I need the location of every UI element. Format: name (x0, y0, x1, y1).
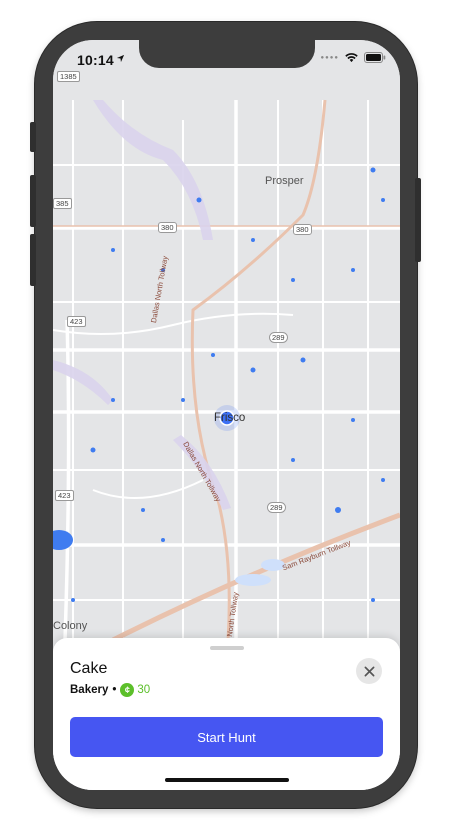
home-indicator[interactable] (165, 778, 289, 782)
battery-icon (364, 52, 386, 63)
volume-down-button (30, 234, 36, 286)
shield-423-a: 423 (67, 316, 86, 327)
close-x-icon (364, 666, 374, 676)
start-hunt-button[interactable]: Start Hunt (70, 717, 383, 757)
coin-value: 30 (137, 684, 151, 696)
status-bar: 10:14 ●●●● (53, 40, 400, 76)
shield-385: 385 (53, 198, 72, 209)
hunt-category: Bakery (70, 684, 109, 696)
shield-289-a: 289 (269, 332, 288, 343)
notch (139, 40, 315, 68)
location-arrow-icon (116, 54, 125, 63)
coin-icon: ¢ (120, 683, 135, 697)
shield-380-a: 380 (158, 222, 177, 233)
power-button (415, 178, 421, 262)
status-time: 10:14 (77, 52, 114, 68)
cellular-dots-icon: ●●●● (320, 54, 339, 61)
volume-up-button (30, 175, 36, 227)
phone-screen: Prosper Frisco Colony Dallas North Tollw… (53, 40, 400, 790)
sheet-grabber[interactable] (210, 646, 244, 650)
hunt-bottom-sheet: Cake Bakery • ¢ 30 Start Hunt (53, 638, 400, 790)
shield-423-b: 423 (55, 490, 74, 501)
map-label-frisco: Frisco (214, 412, 246, 424)
map-label-colony: Colony (53, 620, 88, 632)
hunt-title: Cake (70, 660, 108, 677)
hunt-subtitle: Bakery • ¢ 30 (70, 683, 150, 697)
shield-380-b: 380 (293, 224, 312, 235)
mute-switch (30, 122, 36, 152)
wifi-icon (345, 52, 358, 62)
map-label-prosper: Prosper (265, 175, 304, 187)
close-button[interactable] (356, 658, 382, 684)
shield-289-b: 289 (267, 502, 286, 513)
separator-dot: • (112, 684, 117, 696)
status-icons: ●●●● (321, 52, 387, 63)
